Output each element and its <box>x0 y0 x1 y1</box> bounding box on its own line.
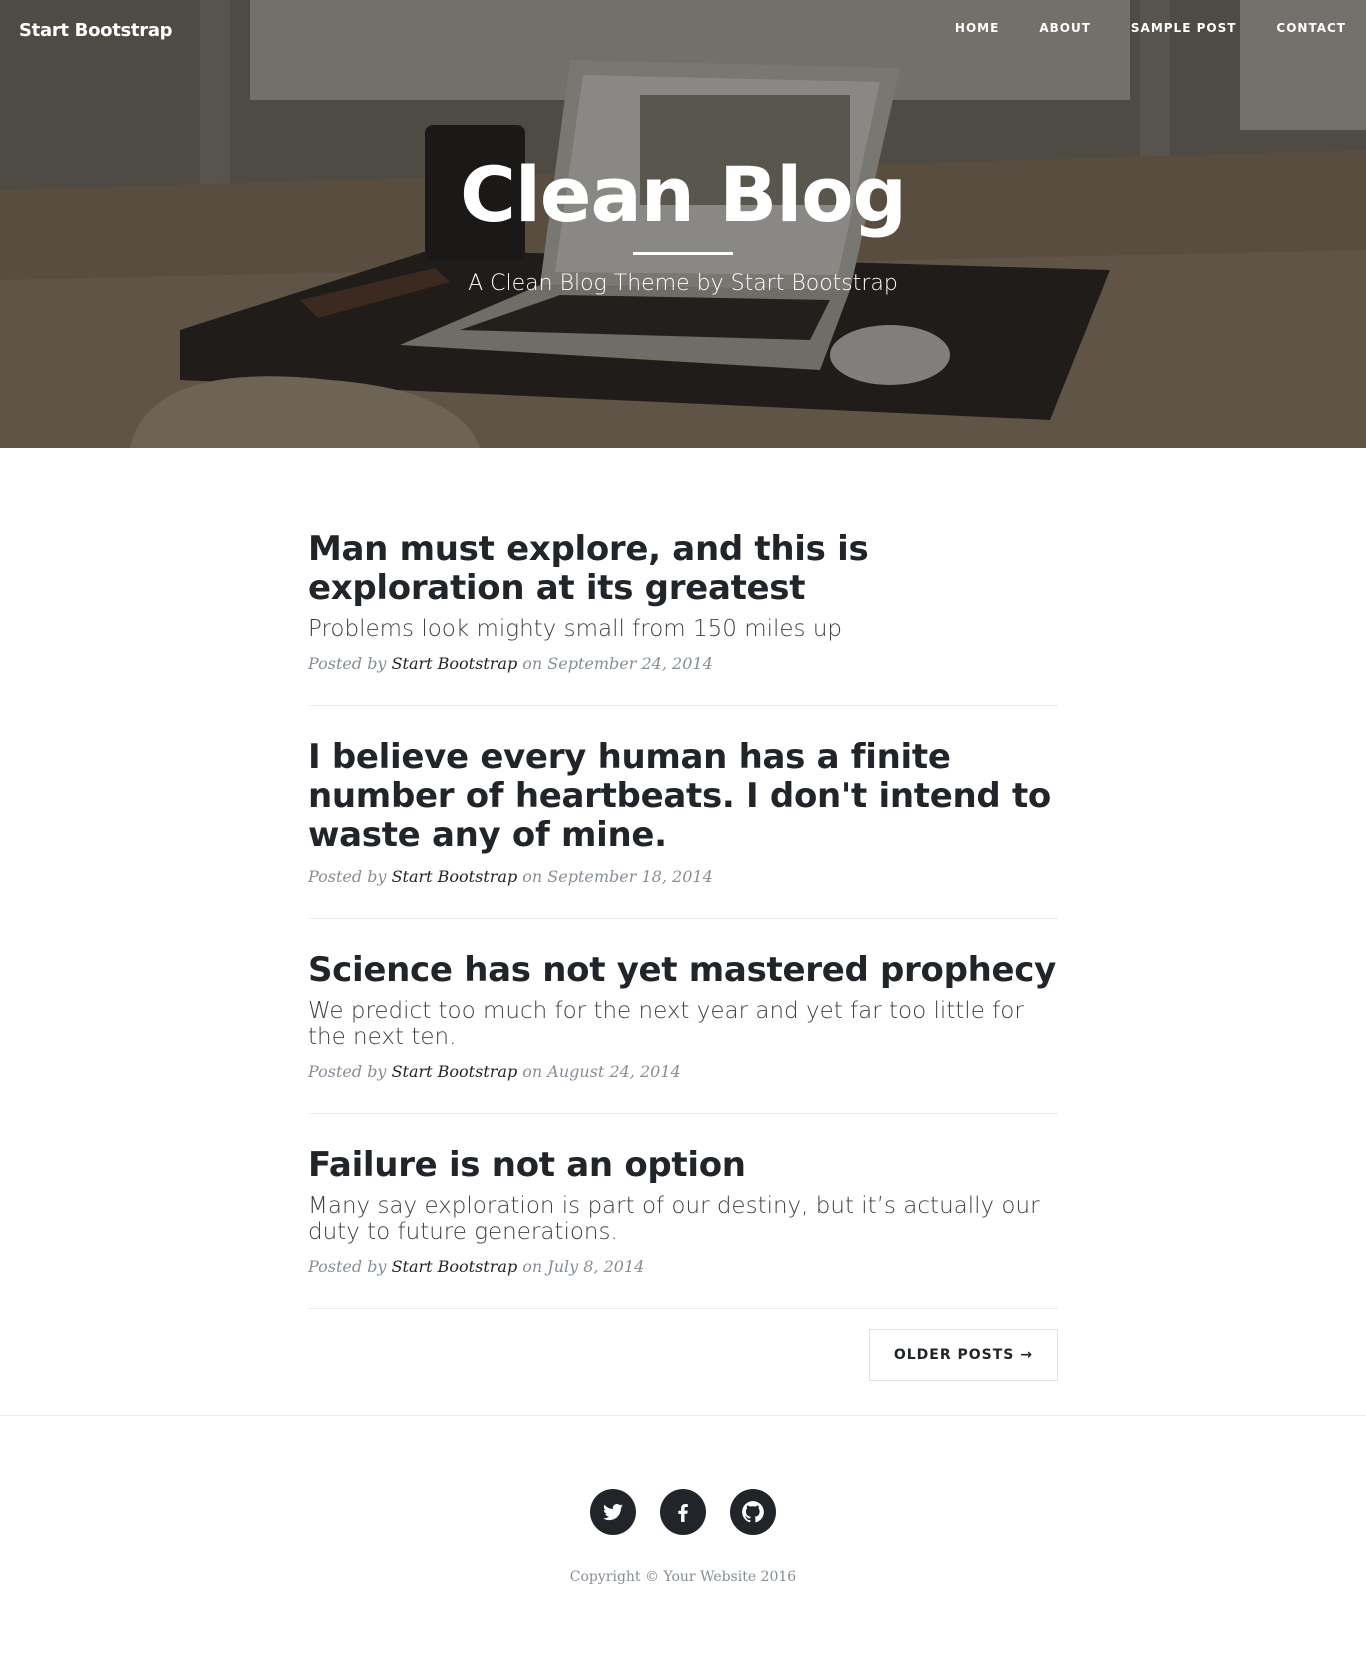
nav-links: HOME ABOUT SAMPLE POST CONTACT <box>955 21 1346 35</box>
post-meta: Posted by Start Bootstrap on July 8, 201… <box>308 1257 1058 1276</box>
post-title[interactable]: Failure is not an option <box>308 1146 1058 1185</box>
post-preview[interactable]: Failure is not an option Many say explor… <box>308 1114 1058 1309</box>
brand-link[interactable]: Start Bootstrap <box>19 20 173 41</box>
author-link[interactable]: Start Bootstrap <box>392 1062 518 1081</box>
site-subtitle: A Clean Blog Theme by Start Bootstrap <box>468 271 898 296</box>
twitter-icon <box>602 1504 623 1521</box>
post-subtitle[interactable]: Problems look mighty small from 150 mile… <box>308 616 1058 642</box>
post-meta: Posted by Start Bootstrap on August 24, … <box>308 1062 1058 1081</box>
github-link[interactable] <box>730 1489 776 1535</box>
main-nav: Start Bootstrap HOME ABOUT SAMPLE POST C… <box>0 0 1366 60</box>
facebook-link[interactable] <box>660 1489 706 1535</box>
github-icon <box>742 1501 764 1523</box>
copyright-text: Copyright © Your Website 2016 <box>569 1569 797 1585</box>
masthead: Clean Blog A Clean Blog Theme by Start B… <box>0 0 1366 448</box>
older-posts-button[interactable]: OLDER POSTS → <box>868 1329 1058 1381</box>
footer-divider <box>0 1415 1366 1416</box>
hero-heading: Clean Blog A Clean Blog Theme by Start B… <box>0 150 1366 296</box>
post-list: Man must explore, and this is exploratio… <box>308 448 1058 1381</box>
nav-contact[interactable]: CONTACT <box>1276 21 1346 35</box>
post-meta-prefix: Posted by <box>308 1062 387 1081</box>
post-preview[interactable]: I believe every human has a finite numbe… <box>308 706 1058 919</box>
pager: OLDER POSTS → <box>308 1309 1058 1381</box>
author-link[interactable]: Start Bootstrap <box>392 867 518 886</box>
nav-sample-post[interactable]: SAMPLE POST <box>1131 21 1237 35</box>
post-meta: Posted by Start Bootstrap on September 1… <box>308 867 1058 886</box>
author-link[interactable]: Start Bootstrap <box>392 1257 518 1276</box>
post-meta-prefix: Posted by <box>308 654 387 673</box>
site-title: Clean Blog <box>460 150 907 239</box>
post-date: on September 24, 2014 <box>522 654 713 673</box>
post-date: on September 18, 2014 <box>522 867 713 886</box>
post-meta: Posted by Start Bootstrap on September 2… <box>308 654 1058 673</box>
facebook-icon <box>678 1504 688 1522</box>
hero-divider <box>633 252 733 255</box>
post-subtitle[interactable]: Many say exploration is part of our dest… <box>308 1193 1058 1245</box>
social-links <box>0 1489 1366 1535</box>
nav-about[interactable]: ABOUT <box>1039 21 1091 35</box>
twitter-link[interactable] <box>590 1489 636 1535</box>
post-meta-prefix: Posted by <box>308 867 387 886</box>
post-date: on July 8, 2014 <box>522 1257 645 1276</box>
post-subtitle[interactable]: We predict too much for the next year an… <box>308 998 1058 1050</box>
post-preview[interactable]: Science has not yet mastered prophecy We… <box>308 919 1058 1114</box>
post-title[interactable]: Man must explore, and this is exploratio… <box>308 530 1058 608</box>
post-date: on August 24, 2014 <box>522 1062 681 1081</box>
post-preview[interactable]: Man must explore, and this is exploratio… <box>308 448 1058 706</box>
post-title[interactable]: I believe every human has a finite numbe… <box>308 738 1058 855</box>
nav-home[interactable]: HOME <box>955 21 999 35</box>
post-meta-prefix: Posted by <box>308 1257 387 1276</box>
post-title[interactable]: Science has not yet mastered prophecy <box>308 951 1058 990</box>
author-link[interactable]: Start Bootstrap <box>392 654 518 673</box>
